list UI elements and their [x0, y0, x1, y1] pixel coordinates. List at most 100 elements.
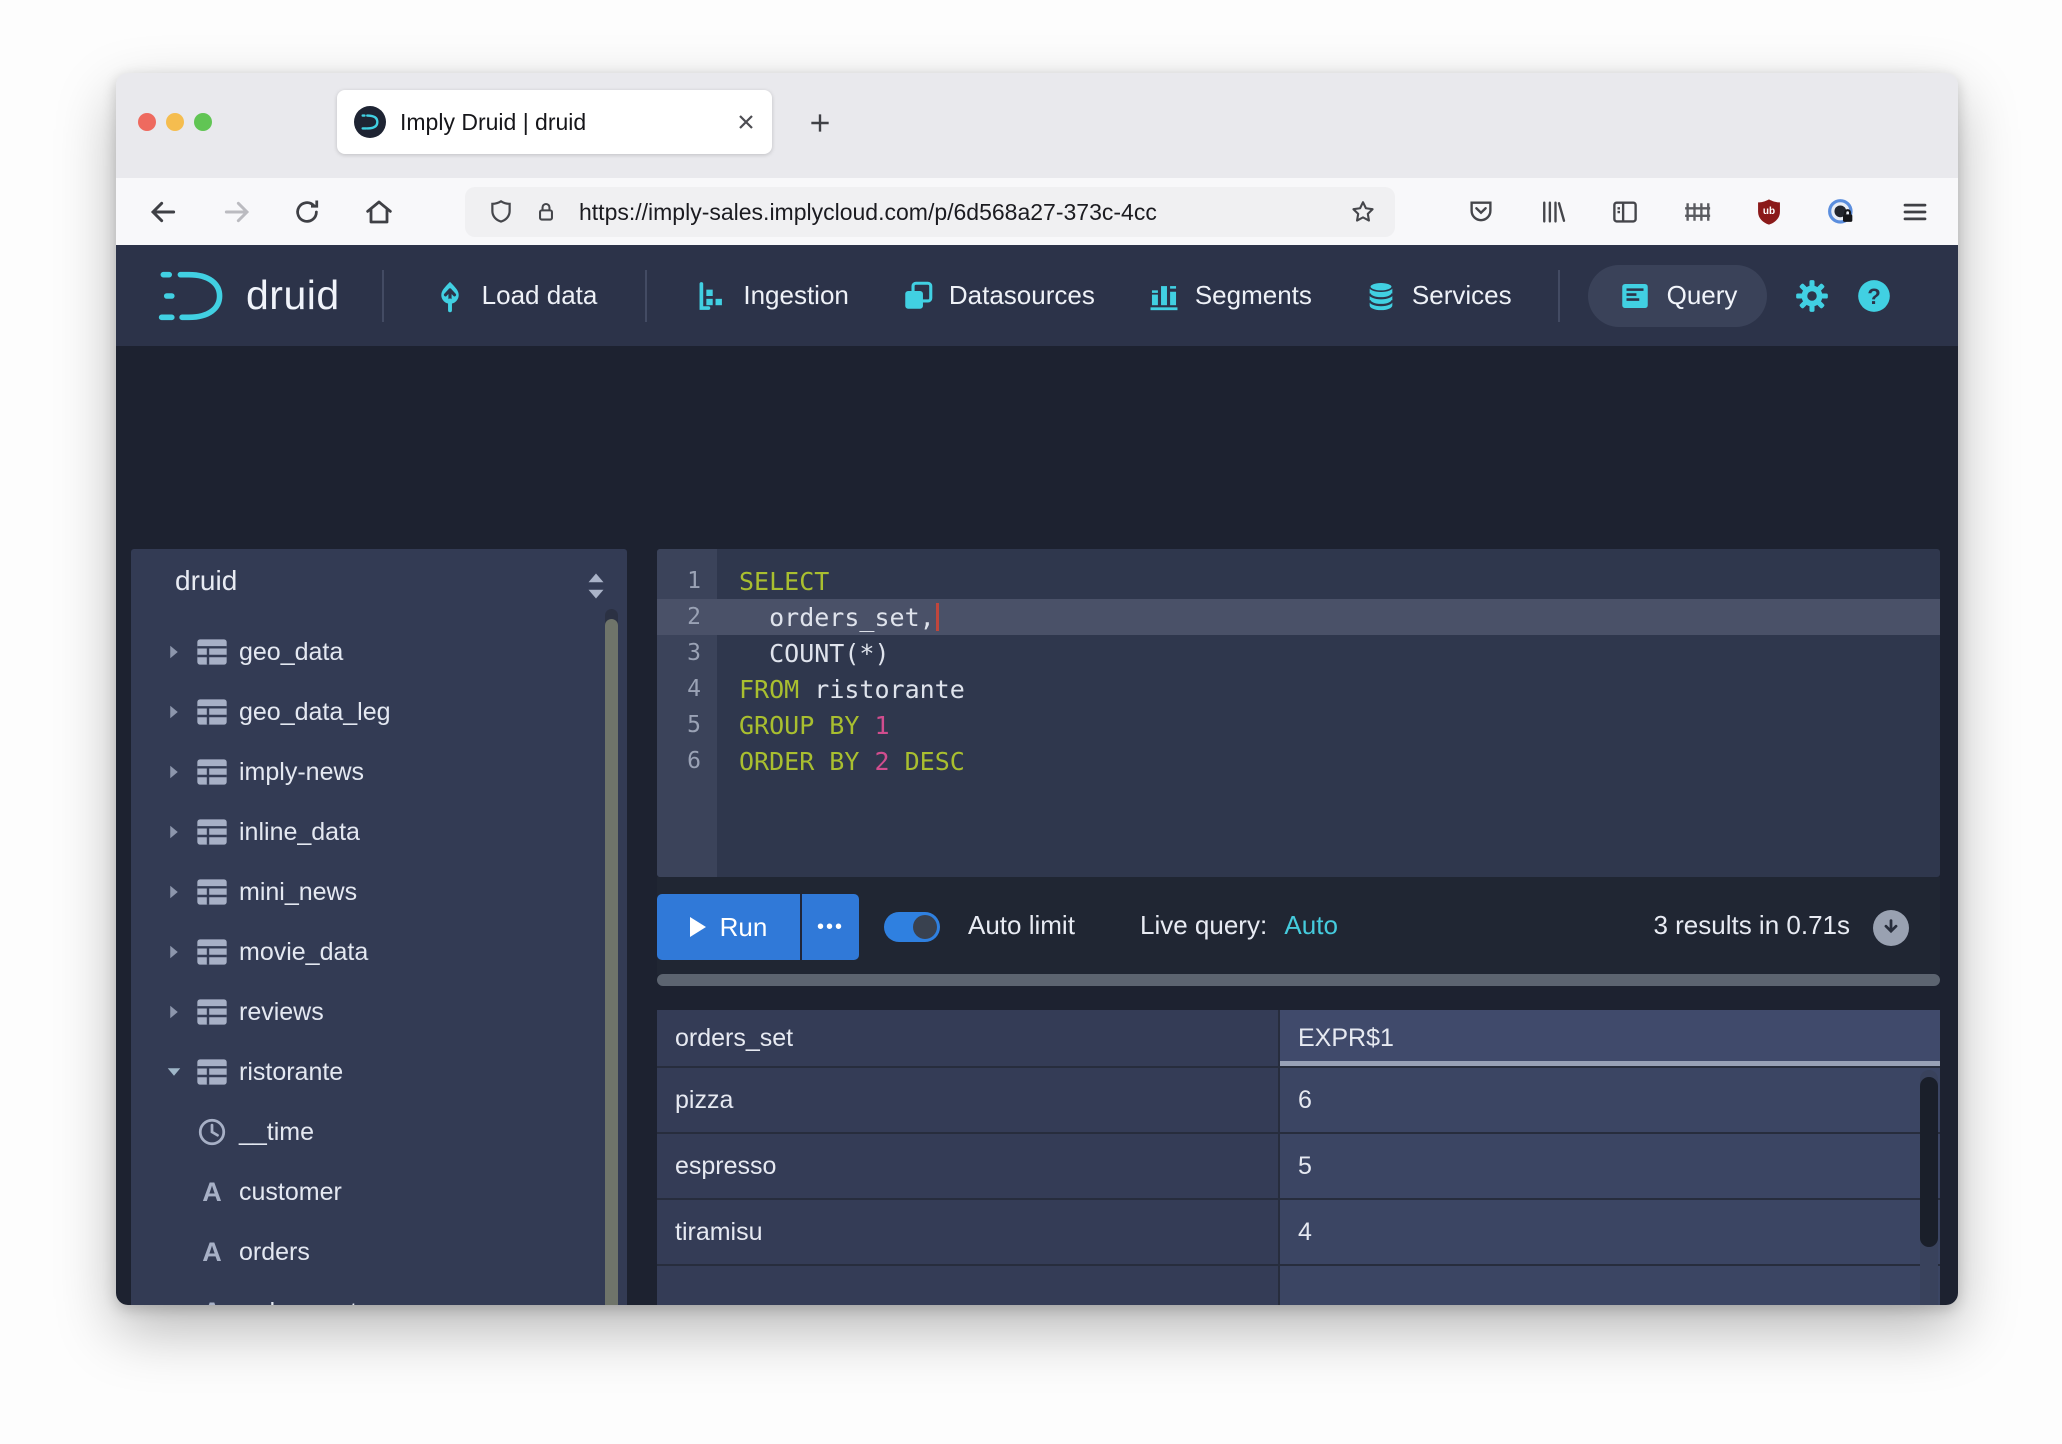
nav-ingestion[interactable]: Ingestion — [695, 279, 849, 313]
tracking-shield-icon[interactable] — [487, 198, 515, 226]
window-close-button[interactable] — [138, 113, 156, 131]
sidebar-item-geo_data_leg[interactable]: geo_data_leg — [131, 682, 627, 742]
sidebar-item-label: movie_data — [239, 938, 368, 967]
run-more-button[interactable]: ••• — [800, 894, 859, 960]
code-text: COUNT(*) — [717, 639, 890, 668]
run-button[interactable]: Run — [657, 894, 800, 960]
menu-hamburger-icon[interactable] — [1892, 178, 1938, 245]
sidebar-item-label: reviews — [239, 998, 324, 1027]
panel-splitter-handle[interactable] — [657, 974, 1940, 986]
back-icon[interactable] — [140, 178, 186, 245]
sidebar-item-inline_data[interactable]: inline_data — [131, 802, 627, 862]
column-header-expr1[interactable]: EXPR$1 — [1280, 1010, 1940, 1068]
tab-title: Imply Druid | druid — [400, 109, 726, 136]
live-query-label: Live query: Auto — [1140, 910, 1338, 941]
tab-close-icon[interactable] — [726, 102, 766, 142]
table-icon — [196, 878, 228, 906]
table-icon — [196, 1058, 228, 1086]
sidebar-item-imply-news[interactable]: imply-news — [131, 742, 627, 802]
help-icon[interactable]: ? — [1855, 277, 1893, 315]
clock-icon — [197, 1117, 227, 1147]
chevron-right-icon[interactable] — [164, 762, 184, 782]
onelogin-lock-icon[interactable] — [1818, 178, 1864, 245]
home-icon[interactable] — [356, 178, 402, 245]
sidebar-item-orders_set[interactable]: Aorders_set — [131, 1282, 627, 1305]
containers-fence-icon[interactable] — [1674, 178, 1720, 245]
screenshot-stage: Imply Druid | druid — [0, 0, 2062, 1444]
header-divider — [382, 270, 384, 322]
chevron-down-icon[interactable] — [164, 1062, 184, 1082]
browser-window: Imply Druid | druid — [116, 73, 1958, 1305]
editor-line-1: 1SELECT — [657, 563, 1940, 599]
reload-icon[interactable] — [284, 178, 330, 245]
cell-value[interactable]: 6 — [1280, 1068, 1940, 1134]
query-icon — [1618, 279, 1652, 313]
sidebar-item-label: orders_set — [239, 1298, 357, 1306]
lock-icon[interactable] — [533, 199, 559, 225]
sidebar-item-orders[interactable]: Aorders — [131, 1222, 627, 1282]
bookmark-star-icon[interactable] — [1349, 198, 1377, 226]
editor-line-2: 2 orders_set, — [657, 599, 1940, 635]
forward-icon[interactable] — [214, 178, 260, 245]
brand-name: druid — [246, 272, 340, 319]
new-tab-button[interactable] — [800, 103, 840, 143]
cell-pizza[interactable]: pizza — [657, 1068, 1280, 1134]
nav-segments[interactable]: Segments — [1147, 279, 1312, 313]
window-minimize-button[interactable] — [166, 113, 184, 131]
svg-text:?: ? — [1868, 283, 1882, 308]
sidebar-item-ristorante[interactable]: ristorante — [131, 1042, 627, 1102]
live-query-value[interactable]: Auto — [1284, 910, 1338, 940]
code-text: ORDER BY 2 DESC — [717, 747, 965, 776]
text-cursor — [936, 603, 939, 631]
gear-icon[interactable] — [1793, 277, 1831, 315]
sidebar-item-customer[interactable]: Acustomer — [131, 1162, 627, 1222]
pocket-icon[interactable] — [1458, 178, 1504, 245]
line-number: 3 — [657, 640, 717, 666]
chevron-right-icon[interactable] — [164, 882, 184, 902]
sidebar-item-__time[interactable]: __time — [131, 1102, 627, 1162]
schema-selector[interactable]: druid — [175, 565, 237, 597]
auto-limit-toggle[interactable] — [884, 912, 940, 942]
nav-services[interactable]: Services — [1364, 279, 1512, 313]
nav-datasources[interactable]: Datasources — [901, 279, 1095, 313]
nav-label: Services — [1412, 280, 1512, 311]
chevron-right-icon[interactable] — [164, 942, 184, 962]
browser-tab[interactable]: Imply Druid | druid — [337, 90, 772, 154]
line-number: 2 — [657, 604, 717, 630]
cell-value[interactable]: 5 — [1280, 1134, 1940, 1200]
table-scrollbar-thumb[interactable] — [1920, 1077, 1938, 1247]
line-number: 6 — [657, 748, 717, 774]
druid-favicon-icon — [354, 106, 386, 138]
table-icon — [196, 698, 228, 726]
sql-editor[interactable]: 1SELECT2 orders_set,3 COUNT(*)4FROM rist… — [657, 549, 1940, 877]
sidebar-item-reviews[interactable]: reviews — [131, 982, 627, 1042]
auto-limit-label: Auto limit — [968, 910, 1075, 941]
nav-load-data[interactable]: Load data — [432, 278, 598, 314]
ublock-origin-icon[interactable]: ub — [1746, 178, 1792, 245]
chevron-right-icon[interactable] — [164, 702, 184, 722]
sidebar-item-movie_data[interactable]: movie_data — [131, 922, 627, 982]
services-icon — [1364, 279, 1398, 313]
sidebar-scrollbar-thumb[interactable] — [605, 619, 618, 1305]
tab-query[interactable]: Query — [1588, 265, 1768, 327]
sidebar-item-label: customer — [239, 1178, 342, 1207]
double-caret-icon[interactable] — [583, 571, 609, 606]
url-bar[interactable]: https://imply-sales.implycloud.com/p/6d5… — [465, 187, 1395, 237]
cell-value[interactable]: 4 — [1280, 1200, 1940, 1266]
column-header-orders-set[interactable]: orders_set — [657, 1010, 1280, 1068]
chevron-right-icon[interactable] — [164, 642, 184, 662]
line-number: 1 — [657, 568, 717, 594]
table-row-espresso: espresso5 — [657, 1134, 1940, 1200]
chevron-right-icon[interactable] — [164, 822, 184, 842]
cell-tiramisu[interactable]: tiramisu — [657, 1200, 1280, 1266]
sidebar-item-geo_data[interactable]: geo_data — [131, 622, 627, 682]
chevron-right-icon[interactable] — [164, 1002, 184, 1022]
sidebar-toggle-icon[interactable] — [1602, 178, 1648, 245]
cell-espresso[interactable]: espresso — [657, 1134, 1280, 1200]
results-table: orders_set EXPR$1 pizza6espresso5tiramis… — [657, 1010, 1940, 1305]
window-zoom-button[interactable] — [194, 113, 212, 131]
sidebar-item-mini_news[interactable]: mini_news — [131, 862, 627, 922]
download-results-icon[interactable] — [1873, 910, 1909, 946]
druid-logo-icon[interactable] — [158, 267, 230, 325]
library-icon[interactable] — [1530, 178, 1576, 245]
